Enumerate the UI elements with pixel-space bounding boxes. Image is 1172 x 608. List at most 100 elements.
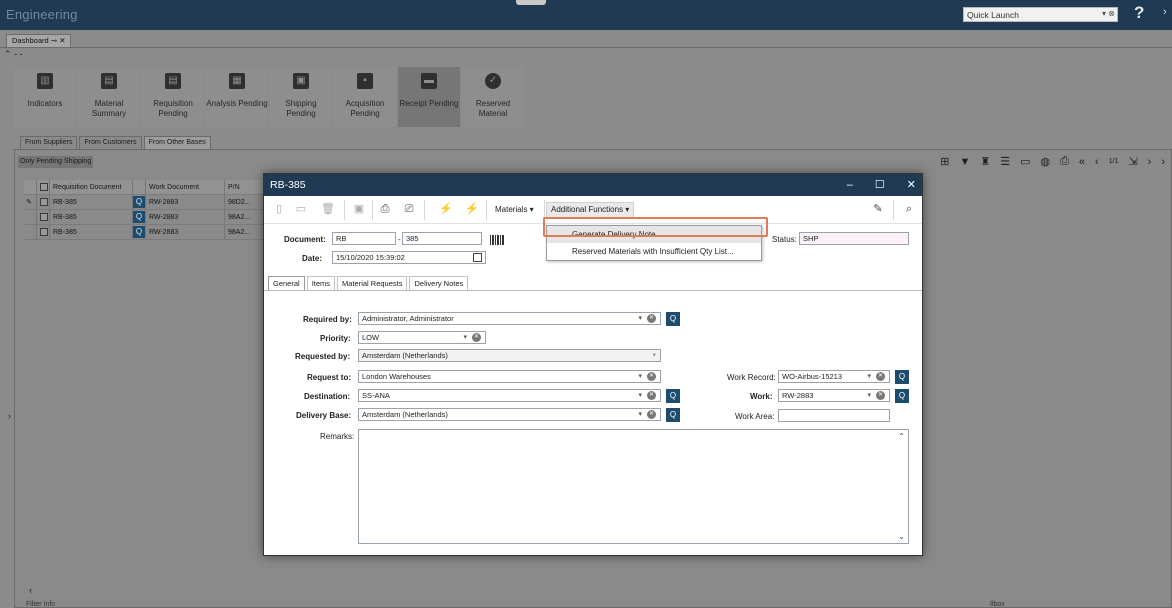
column-header[interactable]: Work Document — [146, 180, 225, 194]
priority-select[interactable]: LOW ▾ ✕ — [358, 331, 486, 344]
chevron-down-icon[interactable]: ▾ — [638, 409, 642, 420]
chevron-down-icon[interactable]: ▾ — [638, 371, 642, 382]
dialog-titlebar[interactable]: RB-385 – ☐ ✕ — [264, 174, 922, 196]
quick-launch-input[interactable]: Quick Launch ▾ ⊗ — [963, 7, 1118, 22]
required-by-select[interactable]: Administrator, Administrator ▾ ✕ — [358, 312, 661, 325]
tab-dashboard[interactable]: Dashboard ⊸ ✕ — [6, 34, 72, 47]
table-row[interactable]: ✎ RB-385 Q RW-2883 98D2... — [24, 195, 264, 210]
help-icon[interactable]: ? — [1134, 3, 1144, 23]
delivery-base-search-button[interactable]: Q — [666, 408, 680, 422]
save-icon[interactable]: ▣ — [352, 202, 366, 216]
new-document-icon[interactable]: ▯ — [272, 202, 286, 216]
clear-icon[interactable]: ✕ — [472, 333, 481, 342]
column-header[interactable]: P/N — [225, 180, 264, 194]
row-checkbox[interactable] — [40, 228, 48, 236]
chevron-down-icon[interactable]: ▾ — [867, 371, 871, 382]
table-row[interactable]: RB-385 Q RW-2883 98A2... — [24, 225, 264, 240]
lightning-icon[interactable]: ⚡ — [439, 202, 453, 216]
search-cell[interactable]: Q — [133, 225, 146, 239]
calendar-icon[interactable] — [473, 253, 482, 262]
clear-icon[interactable]: ✕ — [876, 372, 885, 381]
clear-icon[interactable]: ✕ — [647, 410, 656, 419]
date-field[interactable]: 15/10/2020 15:39:02 — [332, 251, 486, 264]
top-collapse-handle[interactable] — [516, 0, 546, 5]
close-icon[interactable]: ✕ — [907, 174, 916, 196]
row-checkbox-cell[interactable] — [37, 225, 50, 239]
attachment-icon[interactable]: ✎ — [871, 202, 885, 216]
tab-general[interactable]: General — [268, 276, 305, 290]
tab-from-customers[interactable]: From Customers — [79, 136, 142, 149]
binoculars-icon[interactable]: ♜ — [980, 155, 990, 168]
filter-icon[interactable]: ▼ — [959, 156, 970, 168]
additional-functions-menu[interactable]: Additional Functions ▾ — [546, 202, 635, 218]
refresh-icon[interactable]: ◍ — [1040, 155, 1050, 168]
scroll-down-icon[interactable]: ⌄ — [898, 532, 905, 541]
search-icon[interactable]: Q — [133, 226, 145, 238]
chevron-down-icon[interactable]: ▾ — [638, 390, 642, 401]
expand-left-panel-icon[interactable]: › — [8, 411, 11, 421]
search-cell[interactable]: Q — [133, 195, 146, 209]
row-checkbox[interactable] — [40, 213, 48, 221]
clear-icon[interactable]: ✕ — [647, 372, 656, 381]
delivery-base-select[interactable]: Amsterdam (Netherlands) ▾ ✕ — [358, 408, 661, 421]
document-number-field[interactable]: 385 — [402, 232, 482, 245]
work-record-search-button[interactable]: Q — [895, 370, 909, 384]
column-header[interactable]: Requisition Document — [50, 180, 133, 194]
search-cell[interactable]: Q — [133, 210, 146, 224]
destination-search-button[interactable]: Q — [666, 389, 680, 403]
last-page-icon[interactable]: › — [1161, 156, 1165, 168]
tab-from-other-bases[interactable]: From Other Bases — [143, 136, 211, 149]
minimize-icon[interactable]: – — [847, 174, 853, 196]
print-icon[interactable]: ⎙ — [378, 202, 392, 216]
quick-launch-controls[interactable]: ▾ ⊗ — [1102, 9, 1115, 18]
previous-page-icon[interactable]: ‹ — [1095, 156, 1099, 168]
materials-menu[interactable]: Materials ▾ — [491, 203, 538, 217]
requested-by-select[interactable]: Amsterdam (Netherlands) ▾ — [358, 349, 661, 362]
required-by-search-button[interactable]: Q — [666, 312, 680, 326]
pin-icon[interactable]: ⊸ — [51, 36, 57, 45]
search-icon[interactable]: Q — [133, 211, 145, 223]
export-icon[interactable]: ⇲ — [1128, 155, 1137, 168]
row-checkbox-cell[interactable] — [37, 195, 50, 209]
delete-icon[interactable]: 🗑 — [321, 202, 335, 216]
tile-material-summary[interactable]: ▤ Material Summary — [78, 67, 140, 127]
tile-acquisition-pending[interactable]: ▪ Acquisition Pending — [334, 67, 396, 127]
chevron-down-icon[interactable]: ▾ — [638, 313, 642, 324]
barcode-icon[interactable] — [490, 235, 504, 245]
clear-icon[interactable]: ✕ — [876, 391, 885, 400]
group-icon[interactable]: ⊞ — [940, 155, 949, 168]
tab-delivery-notes[interactable]: Delivery Notes — [409, 276, 469, 290]
work-search-button[interactable]: Q — [895, 389, 909, 403]
first-page-icon[interactable]: « — [1079, 156, 1085, 168]
tile-reserved-material[interactable]: ✓ Reserved Material — [462, 67, 524, 127]
only-pending-shipping-toggle[interactable]: Only Pending Shipping — [18, 156, 94, 168]
collapse-tiles-icon[interactable]: ⌃ - - — [4, 49, 23, 60]
destination-select[interactable]: SS-ANA ▾ ✕ — [358, 389, 661, 402]
menu-item-reserved-materials-list[interactable]: Reserved Materials with Insufficient Qty… — [547, 243, 761, 260]
scroll-left-icon[interactable]: ‹ — [29, 585, 32, 595]
document-prefix-field[interactable]: RB — [332, 232, 396, 245]
print-preview-icon[interactable]: ⎚ — [402, 202, 416, 216]
clear-icon[interactable]: ✕ — [647, 391, 656, 400]
request-to-select[interactable]: London Warehouses ▾ ✕ — [358, 370, 661, 383]
row-checkbox[interactable] — [40, 198, 48, 206]
lightning-disabled-icon[interactable]: ⚡ — [465, 202, 479, 216]
tile-analysis-pending[interactable]: ▦ Analysis Pending — [206, 67, 268, 127]
print-icon[interactable]: ⎙ — [1060, 155, 1069, 168]
tile-shipping-pending[interactable]: ▣ Shipping Pending — [270, 67, 332, 127]
next-page-icon[interactable]: › — [1148, 156, 1152, 168]
search-icon[interactable]: Q — [133, 196, 145, 208]
maximize-icon[interactable]: ☐ — [875, 174, 885, 196]
select-all-checkbox[interactable] — [40, 183, 48, 191]
work-area-field[interactable] — [778, 409, 890, 422]
chevron-down-icon[interactable]: ▾ — [652, 350, 656, 361]
close-tab-icon[interactable]: ✕ — [59, 36, 65, 45]
work-select[interactable]: RW-2883 ▾ ✕ — [778, 389, 890, 402]
remarks-textarea[interactable]: ⌃ ⌄ — [358, 429, 909, 544]
tab-items[interactable]: Items — [306, 276, 336, 290]
clear-icon[interactable]: ✕ — [647, 314, 656, 323]
row-checkbox-cell[interactable] — [37, 210, 50, 224]
tile-receipt-pending[interactable]: ▬ Receipt Pending — [398, 67, 460, 127]
work-record-select[interactable]: WO-Airbus-15213 ▾ ✕ — [778, 370, 890, 383]
minus-icon[interactable]: ▭ — [1020, 155, 1030, 168]
